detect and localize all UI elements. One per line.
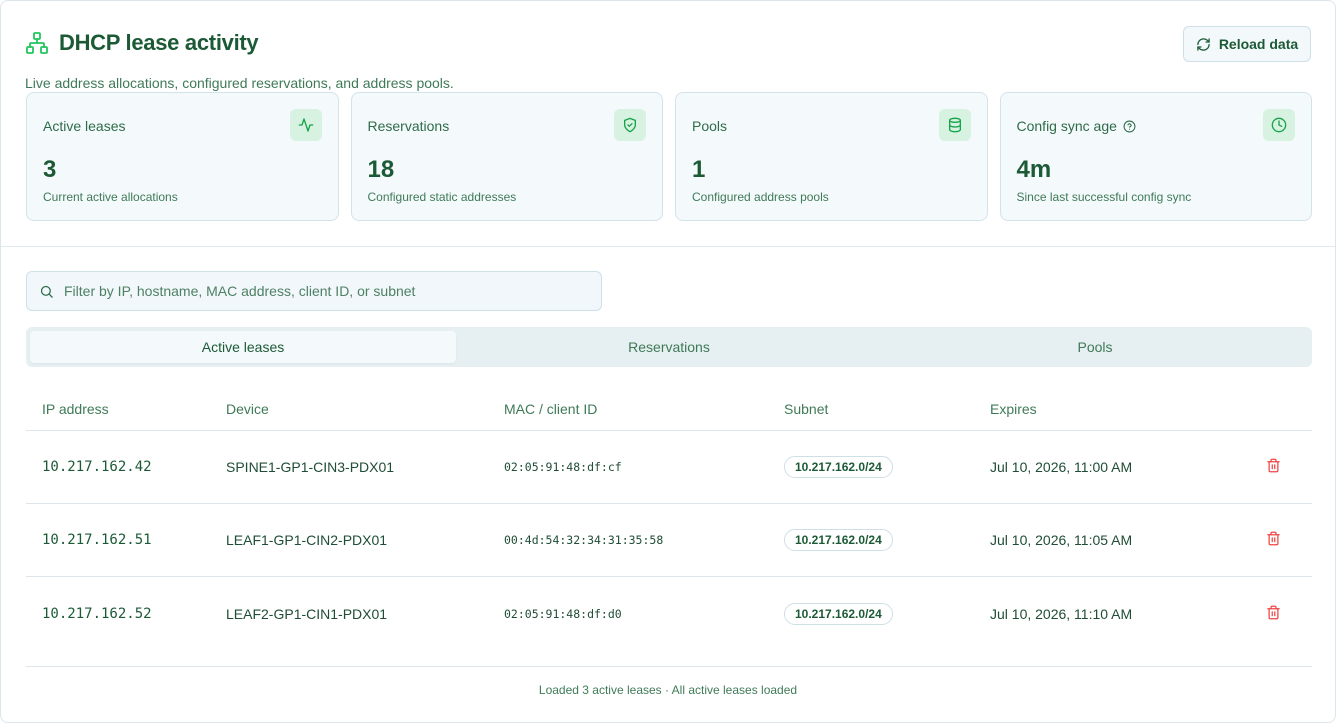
stat-label: Active leases [43,118,126,134]
cell-mac: 00:4d:54:32:34:31:35:58 [504,533,664,547]
shield-check-icon [614,109,646,141]
cell-ip: 10.217.162.52 [42,605,152,622]
filter-search-box [26,271,602,311]
stat-label: Config sync age [1016,118,1117,134]
stat-label: Reservations [367,118,450,134]
trash-icon[interactable] [1266,605,1284,623]
tab-pools[interactable]: Pools [882,331,1308,363]
section-divider [1,246,1335,247]
table-row: 10.217.162.52 LEAF2-GP1-CIN1-PDX01 02:05… [26,577,1312,650]
cell-expires: Jul 10, 2026, 11:00 AM [990,459,1133,475]
stat-card-active-leases: Active leases 3 Current active allocatio… [26,92,339,221]
column-header-ip[interactable]: IP address [26,401,226,417]
cell-device: SPINE1-GP1-CIN3-PDX01 [226,459,395,475]
leases-table: IP address Device MAC / client ID Subnet… [26,387,1312,650]
stat-caption: Configured static addresses [367,190,517,204]
cell-expires: Jul 10, 2026, 11:05 AM [990,532,1133,548]
stat-value: 4m [1016,156,1052,183]
cell-mac: 02:05:91:48:df:d0 [504,606,622,621]
table-status-footer: Loaded 3 active leases · All active leas… [538,683,798,697]
subnet-badge: 10.217.162.0/24 [784,529,893,551]
column-header-subnet[interactable]: Subnet [784,401,990,417]
filter-search-input[interactable] [64,283,601,299]
table-row: 10.217.162.51 LEAF1-GP1-CIN2-PDX01 00:4d… [26,504,1312,577]
reload-data-label: Reload data [1218,36,1299,52]
network-icon [25,31,49,55]
view-tabs: Active leases Reservations Pools [26,327,1312,367]
column-header-expires[interactable]: Expires [990,401,1240,417]
table-header: IP address Device MAC / client ID Subnet… [26,387,1312,431]
stat-card-config-sync-age: Config sync age 4m Since last successful… [999,92,1312,221]
subnet-badge: 10.217.162.0/24 [784,456,893,478]
stat-value: 18 [367,156,395,183]
help-circle-icon[interactable] [1123,120,1136,133]
page-title: DHCP lease activity [59,30,259,55]
cell-ip: 10.217.162.51 [42,532,152,548]
column-header-device[interactable]: Device [226,401,504,417]
cell-device: LEAF2-GP1-CIN1-PDX01 [226,605,388,622]
stat-label: Pools [692,118,728,134]
clock-icon [1263,109,1295,141]
stat-caption: Current active allocations [43,190,178,204]
stat-card-pools: Pools 1 Configured address pools [675,92,988,221]
page-subtitle: Live address allocations, configured res… [25,75,454,91]
stat-value: 1 [692,156,706,183]
stat-caption: Since last successful config sync [1016,190,1192,204]
column-header-mac[interactable]: MAC / client ID [504,401,784,417]
tab-active-leases[interactable]: Active leases [30,331,456,363]
search-icon [39,284,54,299]
dhcp-lease-panel: DHCP lease activity Live address allocat… [0,0,1336,723]
database-icon [938,109,971,141]
stat-cards: Active leases 3 Current active allocatio… [26,92,1312,221]
tab-reservations[interactable]: Reservations [456,331,882,363]
table-row: 10.217.162.42 SPINE1-GP1-CIN3-PDX01 02:0… [26,431,1312,504]
activity-icon [289,109,322,141]
cell-device: LEAF1-GP1-CIN2-PDX01 [226,532,388,548]
stat-value: 3 [43,156,57,183]
cell-ip: 10.217.162.42 [42,459,152,475]
subnet-badge: 10.217.162.0/24 [784,602,893,625]
trash-icon[interactable] [1266,458,1284,476]
reload-data-button[interactable]: Reload data [1183,26,1311,62]
refresh-icon [1196,37,1211,52]
table-bottom-border [26,666,1312,667]
cell-mac: 02:05:91:48:df:cf [504,460,622,474]
stat-label-row: Config sync age [1017,118,1296,134]
stat-caption: Configured address pools [692,190,829,204]
page-header: DHCP lease activity Live address allocat… [25,26,1311,91]
cell-expires: Jul 10, 2026, 11:10 AM [990,605,1133,622]
trash-icon[interactable] [1266,531,1284,549]
stat-card-reservations: Reservations 18 Configured static addres… [350,92,663,221]
